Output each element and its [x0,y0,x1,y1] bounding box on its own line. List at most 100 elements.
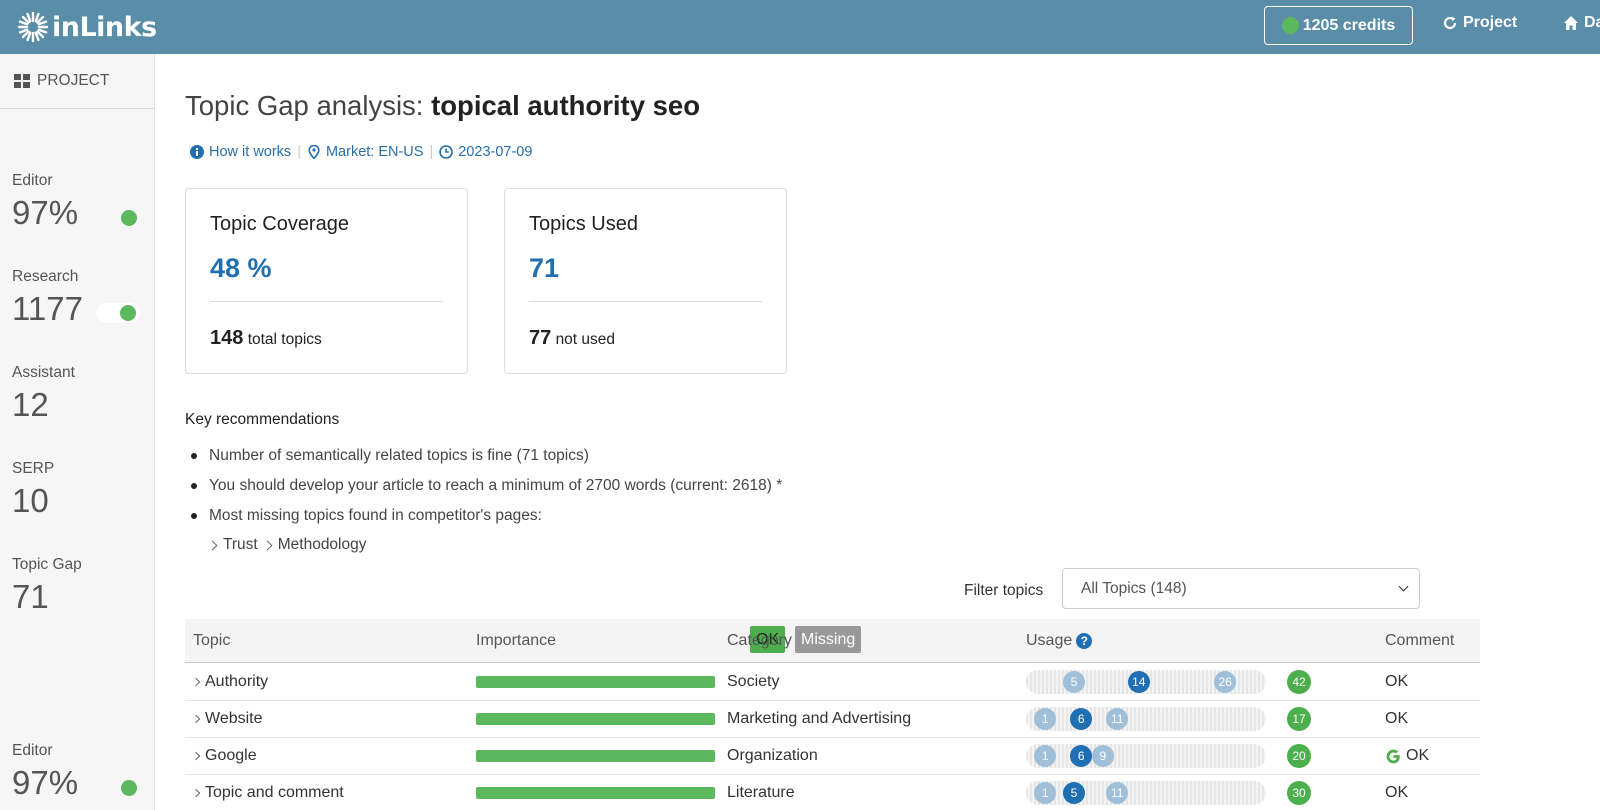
total-topics-label: total topics [247,331,322,348]
home-icon [1564,16,1578,30]
missing-topic-link[interactable]: Methodology [278,536,367,554]
table-row[interactable]: Website Marketing and Advertising 1 6 11 17 OK [185,701,1480,738]
key-recommendations-title: Key recommendations [185,411,340,428]
chevron-right-icon [191,677,201,687]
stat-label: Editor [12,172,53,189]
status-toggle[interactable] [96,303,140,323]
importance-bar [476,787,715,799]
sidebar-stat-research[interactable]: Research 1177 [12,268,142,328]
market-link[interactable]: Market: EN-US [307,144,423,160]
card-divider [529,301,762,302]
credits-label: 1205 credits [1302,16,1396,34]
topic-cell[interactable]: Topic and comment [191,784,344,802]
dashboard-nav-label: Da [1584,14,1600,31]
importance-missing-badge[interactable]: Missing [795,626,862,653]
title-prefix: Topic Gap analysis: [185,90,432,121]
info-icon [190,145,204,159]
not-used-label: not used [555,331,616,348]
map-pin-icon [308,145,320,159]
usage-marker[interactable]: 1 [1034,782,1057,804]
sidebar-stat-editor-bottom[interactable]: Editor 97% [12,742,142,802]
topic-cell[interactable]: Authority [191,673,268,691]
not-used-count: 77 [529,327,552,349]
missing-topic-link[interactable]: Trust [223,536,258,554]
topics-table-header: Topic Importance OK Missing Category Usa… [185,619,1480,663]
recommendation-item: Most missing topics found in competitor'… [185,505,782,535]
sidebar: PROJECT Editor 97% Research 1177 Assista… [0,54,155,810]
comment-cell: OK [1385,747,1429,765]
topic-name: Google [205,747,257,764]
usage-total-badge: 17 [1287,707,1311,731]
comment-cell: OK [1385,784,1408,802]
logo-text: inLinks [52,11,157,43]
help-icon[interactable]: ? [1076,632,1093,649]
recommendation-item: Number of semantically related topics is… [185,445,782,475]
importance-bar [476,713,715,725]
project-nav-link[interactable]: Project [1442,14,1517,32]
usage-marker[interactable]: 11 [1106,708,1129,730]
usage-marker[interactable]: 1 [1034,745,1057,767]
dashboard-nav-link[interactable]: Da [1563,14,1600,32]
coverage-value: 48 % [210,253,272,283]
comment-text: OK [1385,784,1409,801]
recommendations-list: Number of semantically related topics is… [185,445,782,535]
usage-marker[interactable]: 1 [1034,708,1057,730]
filter-selected-value: All Topics (148) [1081,579,1187,597]
how-it-works-link[interactable]: How it works [190,144,291,160]
table-row[interactable]: Topic and comment Literature 1 5 11 30 OK [185,775,1480,810]
how-it-works-label: How it works [209,144,292,160]
total-topics-count: 148 [210,327,244,349]
usage-marker[interactable]: 6 [1070,708,1093,730]
sidebar-stat-topic-gap[interactable]: Topic Gap 71 [12,556,142,616]
grid-icon [14,74,30,88]
refresh-icon [1443,16,1457,30]
topic-cell[interactable]: Google [191,747,257,765]
header-usage[interactable]: Usage? [1026,632,1093,650]
inlinks-logo[interactable]: inLinks [16,10,157,44]
stat-label: Topic Gap [12,556,82,573]
date-link[interactable]: 2023-07-09 [439,144,532,160]
project-nav-label: Project [1463,14,1518,31]
topic-name: Website [205,710,263,727]
chevron-right-icon [191,788,201,798]
usage-total-badge: 42 [1287,670,1311,694]
usage-marker[interactable]: 5 [1063,782,1085,804]
topic-cell[interactable]: Website [191,710,263,728]
usage-marker[interactable]: 6 [1070,745,1093,767]
usage-total-badge: 30 [1287,781,1311,805]
filter-topics-label: Filter topics [964,582,1044,599]
sidebar-stat-assistant[interactable]: Assistant 12 [12,364,142,424]
page-title: Topic Gap analysis: topical authority se… [185,90,700,122]
recommendation-item: You should develop your article to reach… [185,475,782,505]
status-dot [121,780,137,796]
stat-label: Assistant [12,364,75,381]
category-cell: Society [727,673,780,690]
usage-total-badge: 20 [1287,744,1311,768]
header-topic[interactable]: Topic [193,632,230,650]
usage-marker[interactable]: 11 [1106,782,1129,804]
header-comment[interactable]: Comment [1385,632,1454,650]
date-label: 2023-07-09 [458,144,533,160]
page-meta: How it works | Market: EN-US | 2023-07-0… [190,144,532,160]
sidebar-project-link[interactable]: PROJECT [0,54,155,109]
meta-separator: | [429,144,434,160]
table-row[interactable]: Authority Society 5 14 26 42 OK [185,664,1480,701]
header-importance[interactable]: Importance [476,632,556,650]
table-row[interactable]: Google Organization 1 6 9 20 OK [185,738,1480,775]
credits-button[interactable]: 1205 credits [1264,6,1413,45]
sidebar-stat-serp[interactable]: SERP 10 [12,460,142,520]
usage-marker[interactable]: 9 [1091,745,1114,767]
header-usage-label: Usage [1026,632,1073,649]
topics-used-value: 71 [529,253,560,283]
topic-name: Authority [205,673,269,690]
status-dot [120,305,136,321]
usage-marker[interactable]: 5 [1063,671,1085,693]
sidebar-stat-editor[interactable]: Editor 97% [12,172,142,232]
comment-text: OK [1385,673,1409,690]
meta-separator: | [297,144,301,160]
header-category[interactable]: Category [727,632,792,650]
usage-marker[interactable]: 14 [1127,671,1150,693]
filter-topics-select[interactable]: All Topics (148) [1062,568,1420,609]
stat-label: Editor [12,742,53,759]
usage-marker[interactable]: 26 [1214,671,1237,693]
